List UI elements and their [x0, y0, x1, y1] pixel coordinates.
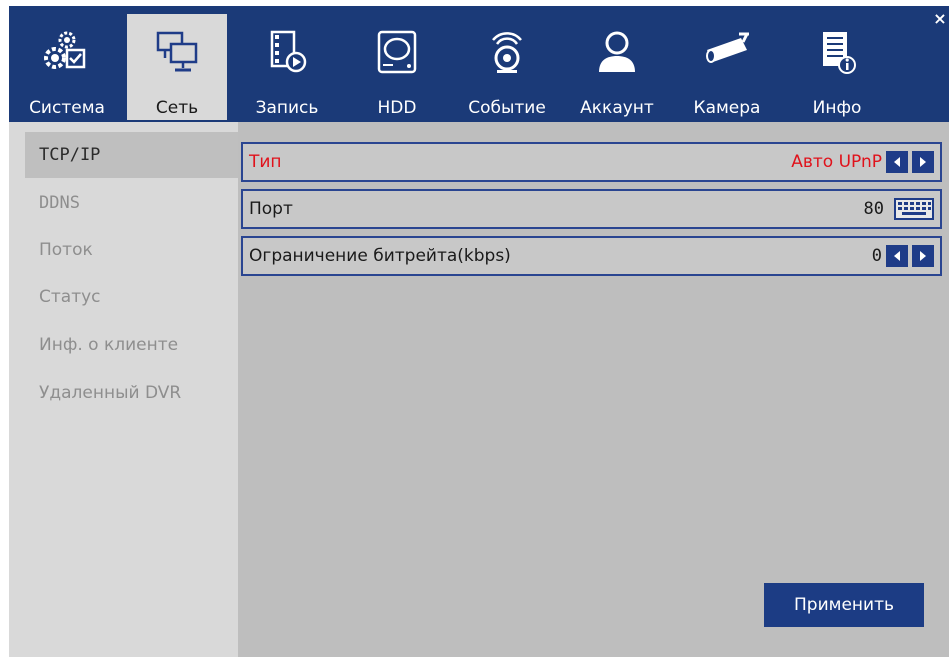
tcp-ip-settings-panel: Тип Авто UPnP Порт 80 Ограничение битрей… — [238, 122, 949, 657]
type-setting-row: Тип Авто UPnP — [241, 142, 942, 182]
tab-record[interactable]: Запись — [237, 14, 337, 120]
type-next-arrow-icon[interactable] — [912, 151, 934, 173]
tab-camera[interactable]: Камера — [677, 14, 777, 120]
hdd-icon — [377, 30, 417, 74]
port-setting-row: Порт 80 — [241, 189, 942, 229]
type-value: Авто UPnP — [791, 152, 882, 172]
sidebar-item-remote-dvr[interactable]: Удаленный DVR — [25, 370, 238, 416]
tab-account[interactable]: Аккаунт — [567, 14, 667, 120]
sidebar-item-tcp-ip[interactable]: TCP/IP — [25, 132, 238, 178]
bitrate-prev-arrow-icon[interactable] — [886, 245, 908, 267]
sidebar-item-status[interactable]: Статус — [25, 274, 238, 320]
type-prev-arrow-icon[interactable] — [886, 151, 908, 173]
tab-label: Система — [29, 98, 105, 118]
tab-network[interactable]: Сеть — [127, 14, 227, 120]
top-tab-bar: Система Сеть Запись HDD Событие Аккаунт … — [9, 6, 949, 122]
network-icon — [156, 31, 198, 72]
tab-event[interactable]: Событие — [457, 14, 557, 120]
bitrate-limit-row: Ограничение битрейта(kbps) 0 — [241, 236, 942, 276]
tab-label: HDD — [377, 98, 417, 118]
bitrate-value: 0 — [871, 246, 882, 266]
system-settings-icon — [44, 31, 86, 69]
bitrate-next-arrow-icon[interactable] — [912, 245, 934, 267]
tab-label: Аккаунт — [580, 98, 654, 118]
camera-icon — [706, 32, 749, 63]
sidebar-item-ddns[interactable]: DDNS — [25, 180, 238, 226]
port-value[interactable]: 80 — [864, 199, 884, 219]
tab-label: Инфо — [812, 98, 862, 118]
info-icon — [823, 32, 856, 74]
tab-label: Событие — [468, 98, 546, 118]
bitrate-label: Ограничение битрейта(kbps) — [249, 246, 511, 266]
tab-label: Сеть — [155, 98, 199, 118]
sidebar-item-client-info[interactable]: Инф. о клиенте — [25, 322, 238, 368]
tab-label: Запись — [255, 98, 319, 118]
tab-hdd[interactable]: HDD — [347, 14, 447, 120]
sidebar-item-stream[interactable]: Поток — [25, 227, 238, 273]
tab-label: Камера — [693, 98, 761, 118]
port-label: Порт — [249, 199, 293, 219]
tab-info[interactable]: Инфо — [787, 14, 887, 120]
tab-system[interactable]: Система — [17, 14, 117, 120]
record-icon — [270, 30, 307, 73]
alarm-event-icon — [492, 32, 522, 73]
user-account-icon — [599, 31, 635, 72]
settings-window: × Система Сеть Запись HDD Событие Аккаун… — [9, 6, 949, 657]
apply-button[interactable]: Применить — [764, 583, 924, 627]
sidebar-menu: TCP/IP DDNS Поток Статус Инф. о клиенте … — [9, 122, 238, 657]
type-label: Тип — [249, 152, 282, 172]
keyboard-icon[interactable] — [894, 198, 934, 220]
